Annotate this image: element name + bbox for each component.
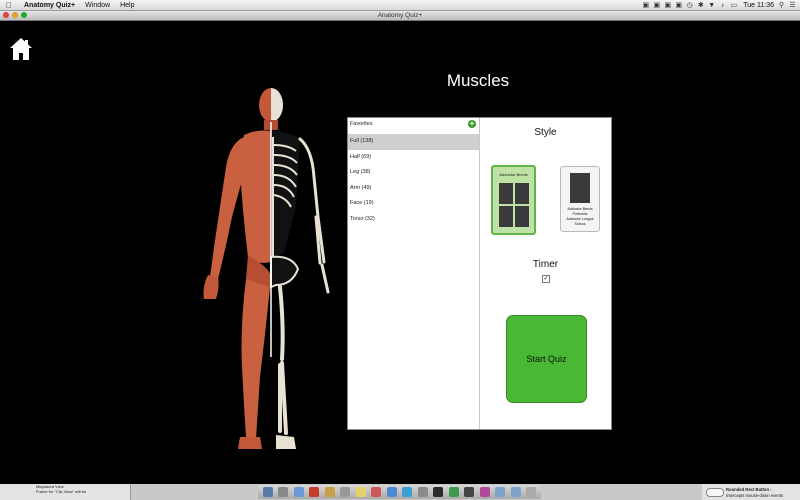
object-library-item: Rounded Rect Button - Intercepts mouse-d… bbox=[702, 484, 800, 500]
favorites-label: Favorites bbox=[350, 121, 373, 127]
app-icon[interactable] bbox=[464, 487, 475, 497]
terminal-icon[interactable] bbox=[433, 487, 444, 497]
timer-checkbox[interactable]: ✓ bbox=[542, 275, 550, 283]
time-machine-icon[interactable]: ◷ bbox=[686, 2, 693, 9]
wifi-icon[interactable]: ▼ bbox=[708, 2, 715, 9]
menu-window[interactable]: Window bbox=[85, 2, 110, 9]
style-option-list[interactable]: Adductor Brevis Piriformis Adductor Long… bbox=[560, 166, 600, 232]
style-option-label: Soleus bbox=[574, 222, 586, 226]
contacts-icon[interactable] bbox=[340, 487, 351, 497]
status-area: ▣ ▣ ▣ ▣ ◷ ✱ ▼ ♪ ▭ Tue 11:36 ⚲ ☰ bbox=[642, 0, 800, 10]
style-option-label: Adductor Brevis bbox=[567, 207, 593, 211]
system-preferences-icon[interactable] bbox=[417, 487, 428, 497]
grid-cell bbox=[515, 206, 529, 227]
page-title: Muscles bbox=[446, 71, 510, 90]
bluetooth-icon[interactable]: ✱ bbox=[697, 2, 704, 9]
skype-icon[interactable] bbox=[402, 487, 413, 497]
grid-preview bbox=[499, 183, 529, 227]
list-item[interactable]: Leg (38) bbox=[348, 165, 479, 181]
category-list: Favorites + Full (138) Half (69) Leg (38… bbox=[348, 118, 480, 429]
start-quiz-button[interactable]: Start Quiz bbox=[506, 315, 587, 403]
quiz-options: Style Adductor Brevis Adductor Brevis Pi… bbox=[480, 118, 611, 429]
chrome-icon[interactable] bbox=[309, 487, 320, 497]
add-favorite-button[interactable]: + bbox=[468, 120, 476, 128]
search-icon[interactable]: ⚲ bbox=[778, 2, 785, 9]
finder-icon[interactable] bbox=[262, 487, 273, 497]
app-menu[interactable]: Anatomy Quiz+ bbox=[24, 2, 75, 9]
dock bbox=[258, 485, 541, 499]
notes-icon[interactable] bbox=[355, 487, 366, 497]
style-option-title: Adductor Brevis bbox=[499, 172, 528, 177]
mail-icon[interactable] bbox=[324, 487, 335, 497]
launchpad-icon[interactable] bbox=[278, 487, 289, 497]
list-preview-image bbox=[570, 173, 590, 203]
grid-cell bbox=[499, 206, 513, 227]
home-button[interactable] bbox=[10, 37, 32, 61]
status-app-icon[interactable]: ▣ bbox=[675, 2, 682, 9]
battery-icon[interactable]: ▭ bbox=[730, 2, 737, 9]
issue-line: Frame for "Clip View" will be bbox=[36, 489, 87, 494]
library-item-subtitle: Intercepts mouse-down events bbox=[726, 493, 784, 498]
menu-help[interactable]: Help bbox=[120, 2, 134, 9]
home-icon bbox=[10, 38, 32, 60]
list-item[interactable]: Half (69) bbox=[348, 150, 479, 166]
grid-cell bbox=[499, 183, 513, 204]
window-title: Anatomy Quiz+ bbox=[377, 12, 423, 19]
grid-cell bbox=[515, 183, 529, 204]
notification-center-icon[interactable]: ☰ bbox=[789, 2, 796, 9]
issues-panel: Misplaced View Frame for "Clip View" wil… bbox=[0, 484, 131, 500]
apple-menu-icon[interactable]:  bbox=[6, 1, 16, 10]
list-item[interactable]: Face (19) bbox=[348, 196, 479, 212]
favorites-header[interactable]: Favorites + bbox=[348, 118, 479, 134]
status-app-icon[interactable]: ▣ bbox=[642, 2, 649, 9]
style-option-label: Adductor Longus bbox=[566, 217, 594, 221]
safari-icon[interactable] bbox=[293, 487, 304, 497]
app-icon[interactable] bbox=[479, 487, 490, 497]
folder-icon[interactable] bbox=[510, 487, 521, 497]
app-store-icon[interactable] bbox=[386, 487, 397, 497]
status-app-icon[interactable]: ▣ bbox=[664, 2, 671, 9]
menu-clock[interactable]: Tue 11:36 bbox=[743, 2, 774, 9]
timer-heading: Timer bbox=[532, 259, 559, 270]
menu-bar:  Anatomy Quiz+ Window Help ▣ ▣ ▣ ▣ ◷ ✱ … bbox=[0, 0, 800, 11]
desktop-bottom: Misplaced View Frame for "Clip View" wil… bbox=[0, 484, 800, 500]
window-titlebar: Anatomy Quiz+ bbox=[0, 11, 800, 21]
app-icon[interactable] bbox=[448, 487, 459, 497]
rounded-rect-button-preview[interactable] bbox=[706, 488, 724, 497]
folder-icon[interactable] bbox=[495, 487, 506, 497]
trash-icon[interactable] bbox=[526, 487, 537, 497]
list-item[interactable]: Full (138) bbox=[348, 134, 479, 150]
anatomy-figure-image bbox=[203, 88, 330, 449]
status-app-icon[interactable]: ▣ bbox=[653, 2, 660, 9]
quiz-panel: Favorites + Full (138) Half (69) Leg (38… bbox=[347, 117, 612, 430]
style-heading: Style bbox=[534, 127, 557, 138]
calendar-icon[interactable] bbox=[371, 487, 382, 497]
library-item-title: Rounded Rect Button - bbox=[726, 487, 772, 492]
list-item[interactable]: Arm (49) bbox=[348, 181, 479, 197]
main-content: Muscles Favorites + Full (138) Half (69)… bbox=[0, 21, 800, 483]
list-item[interactable]: Torso (32) bbox=[348, 212, 479, 228]
style-option-grid[interactable]: Adductor Brevis bbox=[491, 165, 536, 235]
style-option-label: Piriformis bbox=[572, 212, 588, 216]
volume-icon[interactable]: ♪ bbox=[719, 2, 726, 9]
